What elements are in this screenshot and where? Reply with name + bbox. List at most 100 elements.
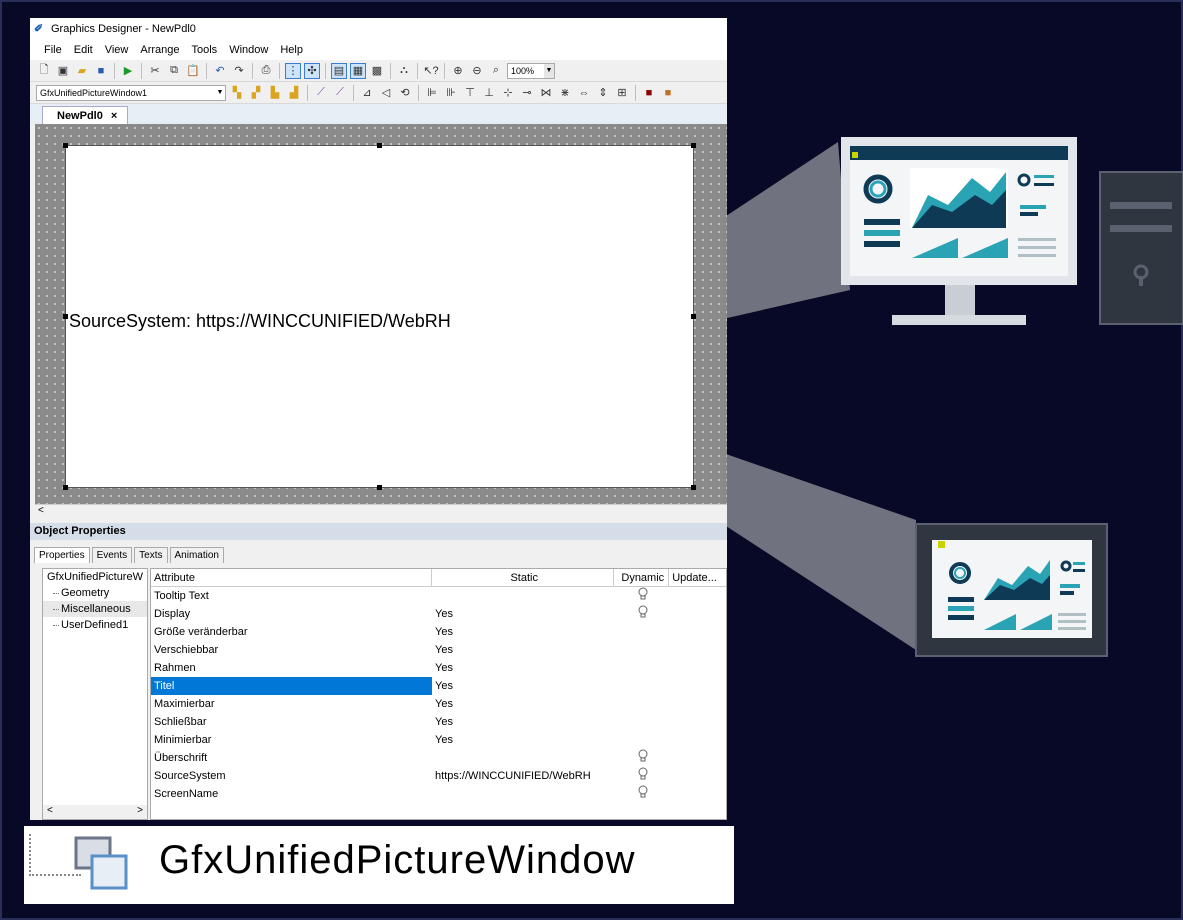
dynamic-cell[interactable] xyxy=(614,641,669,659)
table-row[interactable]: Überschrift xyxy=(151,749,726,767)
static-value-cell[interactable] xyxy=(432,785,614,803)
table-row[interactable]: Display Yes xyxy=(151,605,726,623)
menu-file[interactable]: File xyxy=(44,44,62,56)
zoom-fit-icon[interactable]: ⌕ xyxy=(488,63,504,79)
mirror-vertical-icon[interactable]: ⊿ xyxy=(359,85,375,101)
menu-help[interactable]: Help xyxy=(280,44,303,56)
resize-handle[interactable] xyxy=(63,143,68,148)
lightbulb-icon[interactable] xyxy=(638,785,648,801)
new-file-icon[interactable]: 🗋 xyxy=(36,63,52,79)
menu-tools[interactable]: Tools xyxy=(192,44,218,56)
align-top-icon[interactable]: ⊤ xyxy=(462,85,478,101)
resize-handle[interactable] xyxy=(377,485,382,490)
copy-icon[interactable]: ⧉ xyxy=(166,63,182,79)
static-value-cell[interactable]: Yes xyxy=(432,713,614,731)
properties-icon[interactable]: ▩ xyxy=(369,63,385,79)
update-cycle-cell[interactable] xyxy=(669,785,726,803)
resize-handle[interactable] xyxy=(691,314,696,319)
layers-icon[interactable]: ▤ xyxy=(331,62,347,79)
tab-animation[interactable]: Animation xyxy=(169,547,224,563)
line-color-icon[interactable]: ■ xyxy=(641,85,657,101)
snap-to-grid-icon[interactable]: ✣ xyxy=(304,62,320,79)
print-icon[interactable]: ⎙ xyxy=(258,63,274,79)
attribute-cell[interactable]: Größe veränderbar xyxy=(151,623,432,641)
update-cycle-cell[interactable] xyxy=(669,713,726,731)
send-to-back-icon[interactable]: ▞ xyxy=(248,85,264,101)
backward-one-icon[interactable]: ▟ xyxy=(286,85,302,101)
bring-to-front-icon[interactable]: ▚ xyxy=(229,85,245,101)
resize-handle[interactable] xyxy=(691,485,696,490)
save-icon[interactable]: ■ xyxy=(93,63,109,79)
resize-handle[interactable] xyxy=(691,143,696,148)
column-header-update[interactable]: Update... xyxy=(669,569,726,586)
column-header-dynamic[interactable]: Dynamic xyxy=(614,569,670,586)
tree-horizontal-scrollbar[interactable]: < > xyxy=(43,805,147,819)
table-row[interactable]: Rahmen Yes xyxy=(151,659,726,677)
attribute-cell[interactable]: Überschrift xyxy=(151,749,432,767)
table-row[interactable]: Tooltip Text xyxy=(151,587,726,605)
update-cycle-cell[interactable] xyxy=(669,695,726,713)
dynamic-cell[interactable] xyxy=(614,731,669,749)
tree-item-userdefined1[interactable]: UserDefined1 xyxy=(43,617,147,633)
dynamic-cell[interactable] xyxy=(614,605,669,623)
column-header-static[interactable]: Static xyxy=(432,569,615,586)
zoom-in-icon[interactable]: ⊕ xyxy=(450,63,466,79)
attribute-cell[interactable]: Titel xyxy=(151,677,433,695)
open-folder-icon[interactable]: ▰ xyxy=(74,63,90,79)
table-row[interactable]: Schließbar Yes xyxy=(151,713,726,731)
update-cycle-cell[interactable] xyxy=(669,731,726,749)
undo-icon[interactable]: ↶ xyxy=(212,63,228,79)
cut-icon[interactable]: ✂ xyxy=(147,63,163,79)
static-value-cell[interactable]: Yes xyxy=(432,659,614,677)
static-value-cell[interactable]: Yes xyxy=(432,605,614,623)
scroll-left-icon[interactable]: < xyxy=(47,805,53,819)
run-icon[interactable]: ▶ xyxy=(120,63,136,79)
same-width-icon[interactable]: ⇔ xyxy=(576,85,592,101)
static-value-cell[interactable]: Yes xyxy=(432,641,614,659)
grid-icon[interactable]: ⋮ xyxy=(285,62,301,79)
attribute-cell[interactable]: Minimierbar xyxy=(151,731,432,749)
distribute-horizontal-icon[interactable]: ⋈ xyxy=(538,85,554,101)
table-row[interactable]: Verschiebbar Yes xyxy=(151,641,726,659)
dynamic-cell[interactable] xyxy=(614,623,669,641)
column-header-attribute[interactable]: Attribute xyxy=(151,569,433,586)
attribute-cell[interactable]: Tooltip Text xyxy=(151,587,432,605)
table-row[interactable]: Größe veränderbar Yes xyxy=(151,623,726,641)
align-right-icon[interactable]: ⊪ xyxy=(443,85,459,101)
center-horizontal-icon[interactable]: ⊹ xyxy=(500,85,516,101)
table-row[interactable]: SourceSystem https://WINCCUNIFIED/WebRH xyxy=(151,767,726,785)
table-row[interactable]: Titel Yes xyxy=(151,677,726,695)
distribute-vertical-icon[interactable]: ⋇ xyxy=(557,85,573,101)
update-cycle-cell[interactable] xyxy=(669,587,726,605)
align-left-icon[interactable]: ⊫ xyxy=(424,85,440,101)
attribute-cell[interactable]: Display xyxy=(151,605,432,623)
update-cycle-cell[interactable] xyxy=(669,605,726,623)
attribute-cell[interactable]: Maximierbar xyxy=(151,695,432,713)
tab-properties[interactable]: Properties xyxy=(34,547,90,563)
static-value-cell[interactable] xyxy=(432,749,614,767)
update-cycle-cell[interactable] xyxy=(669,677,726,695)
same-size-icon[interactable]: ⊞ xyxy=(614,85,630,101)
table-row[interactable]: ScreenName xyxy=(151,785,726,803)
static-value-cell[interactable]: Yes xyxy=(432,677,614,695)
attribute-cell[interactable]: SourceSystem xyxy=(151,767,432,785)
tab-texts[interactable]: Texts xyxy=(134,547,168,563)
lightbulb-icon[interactable] xyxy=(638,587,648,603)
lightbulb-icon[interactable] xyxy=(638,767,648,783)
dynamic-cell[interactable] xyxy=(614,677,669,695)
fill-color-icon[interactable]: ■ xyxy=(660,85,676,101)
menu-arrange[interactable]: Arrange xyxy=(140,44,179,56)
connector-2-icon[interactable]: ⟋ xyxy=(332,85,348,101)
rotate-icon[interactable]: ⟲ xyxy=(397,85,413,101)
attribute-cell[interactable]: Verschiebbar xyxy=(151,641,432,659)
dynamic-cell[interactable] xyxy=(614,713,669,731)
scroll-left-icon[interactable]: < xyxy=(38,505,44,516)
library-icon[interactable]: ▦ xyxy=(350,62,366,79)
close-icon[interactable]: × xyxy=(111,110,117,122)
menu-view[interactable]: View xyxy=(105,44,129,56)
menu-edit[interactable]: Edit xyxy=(74,44,93,56)
connector-icon[interactable]: ⟋ xyxy=(313,85,329,101)
tree-item-geometry[interactable]: Geometry xyxy=(43,585,147,601)
table-row[interactable]: Minimierbar Yes xyxy=(151,731,726,749)
resize-handle[interactable] xyxy=(63,485,68,490)
